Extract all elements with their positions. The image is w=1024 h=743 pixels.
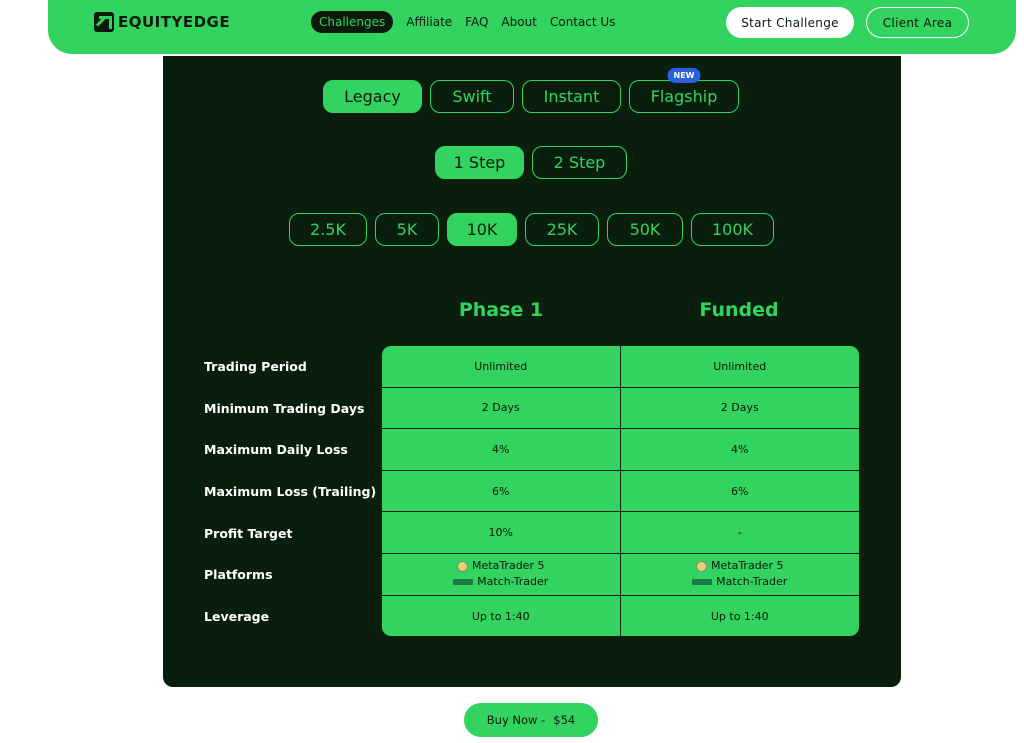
row-label-platforms: Platforms	[204, 567, 273, 583]
platform-metatrader: MetaTrader 5	[696, 558, 783, 574]
cell-funded-platforms: MetaTrader 5 Match-Trader	[621, 554, 860, 595]
buy-now-label: Buy Now -	[486, 713, 546, 727]
metatrader-icon	[457, 560, 469, 572]
cell-funded: 4%	[731, 442, 749, 456]
size-2-5k-label: 2.5K	[310, 220, 346, 239]
column-header-phase-1: Phase 1	[458, 299, 544, 321]
tab-flagship-label: Flagship	[650, 87, 718, 106]
buy-now-price: $54	[553, 713, 576, 727]
size-25k-label: 25K	[546, 220, 578, 239]
table-row: 6% 6%	[382, 470, 859, 513]
logo-text: EQUITYEDGE	[118, 13, 231, 31]
tab-2-step[interactable]: 2 Step	[532, 146, 627, 179]
platform-metatrader-label: MetaTrader 5	[711, 559, 784, 573]
table-row: 10% -	[382, 512, 859, 554]
buy-now-button[interactable]: Buy Now - $54	[464, 703, 598, 737]
tab-flagship[interactable]: NEW Flagship	[629, 68, 739, 113]
size-50k-label: 50K	[629, 220, 661, 239]
cell-phase1-platforms: MetaTrader 5 Match-Trader	[382, 553, 621, 595]
matchtrader-icon	[692, 579, 713, 586]
cell-phase1: 6%	[382, 470, 621, 512]
cell-funded: Unlimited	[713, 359, 767, 373]
cell-phase1: Up to 1:40	[382, 595, 621, 636]
start-challenge-button[interactable]: Start Challenge	[726, 7, 854, 38]
tab-2-step-label: 2 Step	[553, 153, 606, 172]
cell-phase1: 10%	[382, 512, 621, 553]
tab-1-step[interactable]: 1 Step	[435, 146, 524, 179]
column-header-funded: Funded	[699, 299, 779, 321]
nav-challenges[interactable]: Challenges	[311, 11, 394, 33]
cell-phase1: Unlimited	[382, 346, 621, 387]
tab-legacy[interactable]: Legacy	[323, 80, 422, 113]
row-label-profit-target: Profit Target	[204, 525, 293, 541]
new-badge: NEW	[667, 68, 701, 83]
table-row: Up to 1:40 Up to 1:40	[382, 595, 859, 636]
cell-funded: 2 Days	[720, 401, 759, 415]
matchtrader-icon	[453, 579, 474, 586]
nav-affiliate[interactable]: Affiliate	[406, 11, 452, 33]
main-nav: Challenges Affiliate FAQ About Contact U…	[311, 11, 615, 33]
logo-icon	[94, 12, 114, 32]
size-5k-label: 5K	[396, 220, 418, 239]
nav-about[interactable]: About	[501, 11, 536, 33]
account-size-tabs: 2.5K 5K 10K 25K 50K 100K	[289, 213, 774, 246]
row-label-max-loss-trailing: Maximum Loss (Trailing)	[204, 484, 377, 500]
top-header: EQUITYEDGE Challenges Affiliate FAQ Abou…	[48, 0, 1016, 54]
platform-metatrader: MetaTrader 5	[457, 558, 544, 574]
tab-1-step-label: 1 Step	[453, 153, 506, 172]
row-label-min-trading-days: Minimum Trading Days	[204, 400, 365, 416]
cell-funded: Up to 1:40	[710, 609, 769, 623]
size-100k-label: 100K	[711, 220, 754, 239]
client-area-button[interactable]: Client Area	[866, 7, 969, 38]
size-50k[interactable]: 50K	[607, 213, 683, 246]
platform-metatrader-label: MetaTrader 5	[472, 559, 545, 573]
table-row: MetaTrader 5 Match-Trader MetaTrader 5 M…	[382, 553, 860, 596]
size-10k-label: 10K	[466, 220, 498, 239]
platform-matchtrader-label: Match-Trader	[477, 575, 549, 589]
tab-swift[interactable]: Swift	[430, 80, 514, 113]
table-row: Unlimited Unlimited	[382, 346, 859, 388]
table-row: 4% 4%	[382, 429, 859, 471]
tab-instant[interactable]: Instant	[522, 80, 621, 113]
tab-swift-label: Swift	[452, 87, 492, 106]
rules-table: Unlimited Unlimited 2 Days 2 Days 4% 4% …	[382, 346, 859, 636]
metatrader-icon	[696, 560, 708, 572]
cell-funded: -	[737, 526, 742, 540]
cell-phase1: 4%	[382, 429, 621, 470]
row-label-leverage: Leverage	[204, 608, 270, 624]
size-100k[interactable]: 100K	[691, 213, 774, 246]
tab-instant-label: Instant	[543, 87, 600, 106]
size-25k[interactable]: 25K	[525, 213, 599, 246]
size-10k[interactable]: 10K	[447, 213, 517, 246]
challenge-type-tabs: Legacy Swift Instant NEW Flagship	[323, 68, 739, 113]
tab-legacy-label: Legacy	[344, 87, 401, 106]
logo[interactable]: EQUITYEDGE	[94, 12, 230, 32]
platform-matchtrader: Match-Trader	[453, 574, 548, 590]
cell-phase1: 2 Days	[382, 387, 621, 429]
nav-faq[interactable]: FAQ	[465, 11, 488, 33]
challenge-panel: Legacy Swift Instant NEW Flagship 1 Step…	[163, 56, 901, 687]
rule-labels: Trading Period Minimum Trading Days Maxi…	[204, 346, 376, 637]
size-2-5k[interactable]: 2.5K	[289, 213, 367, 246]
page: EQUITYEDGE Challenges Affiliate FAQ Abou…	[0, 0, 1024, 743]
step-tabs: 1 Step 2 Step	[435, 146, 627, 179]
platform-matchtrader: Match-Trader	[692, 574, 787, 590]
cell-funded: 6%	[731, 484, 749, 498]
platform-matchtrader-label: Match-Trader	[716, 575, 788, 589]
row-label-trading-period: Trading Period	[204, 359, 307, 375]
table-row: 2 Days 2 Days	[382, 387, 859, 430]
row-label-max-daily-loss: Maximum Daily Loss	[204, 442, 348, 458]
size-5k[interactable]: 5K	[375, 213, 439, 246]
nav-contact[interactable]: Contact Us	[550, 11, 616, 33]
